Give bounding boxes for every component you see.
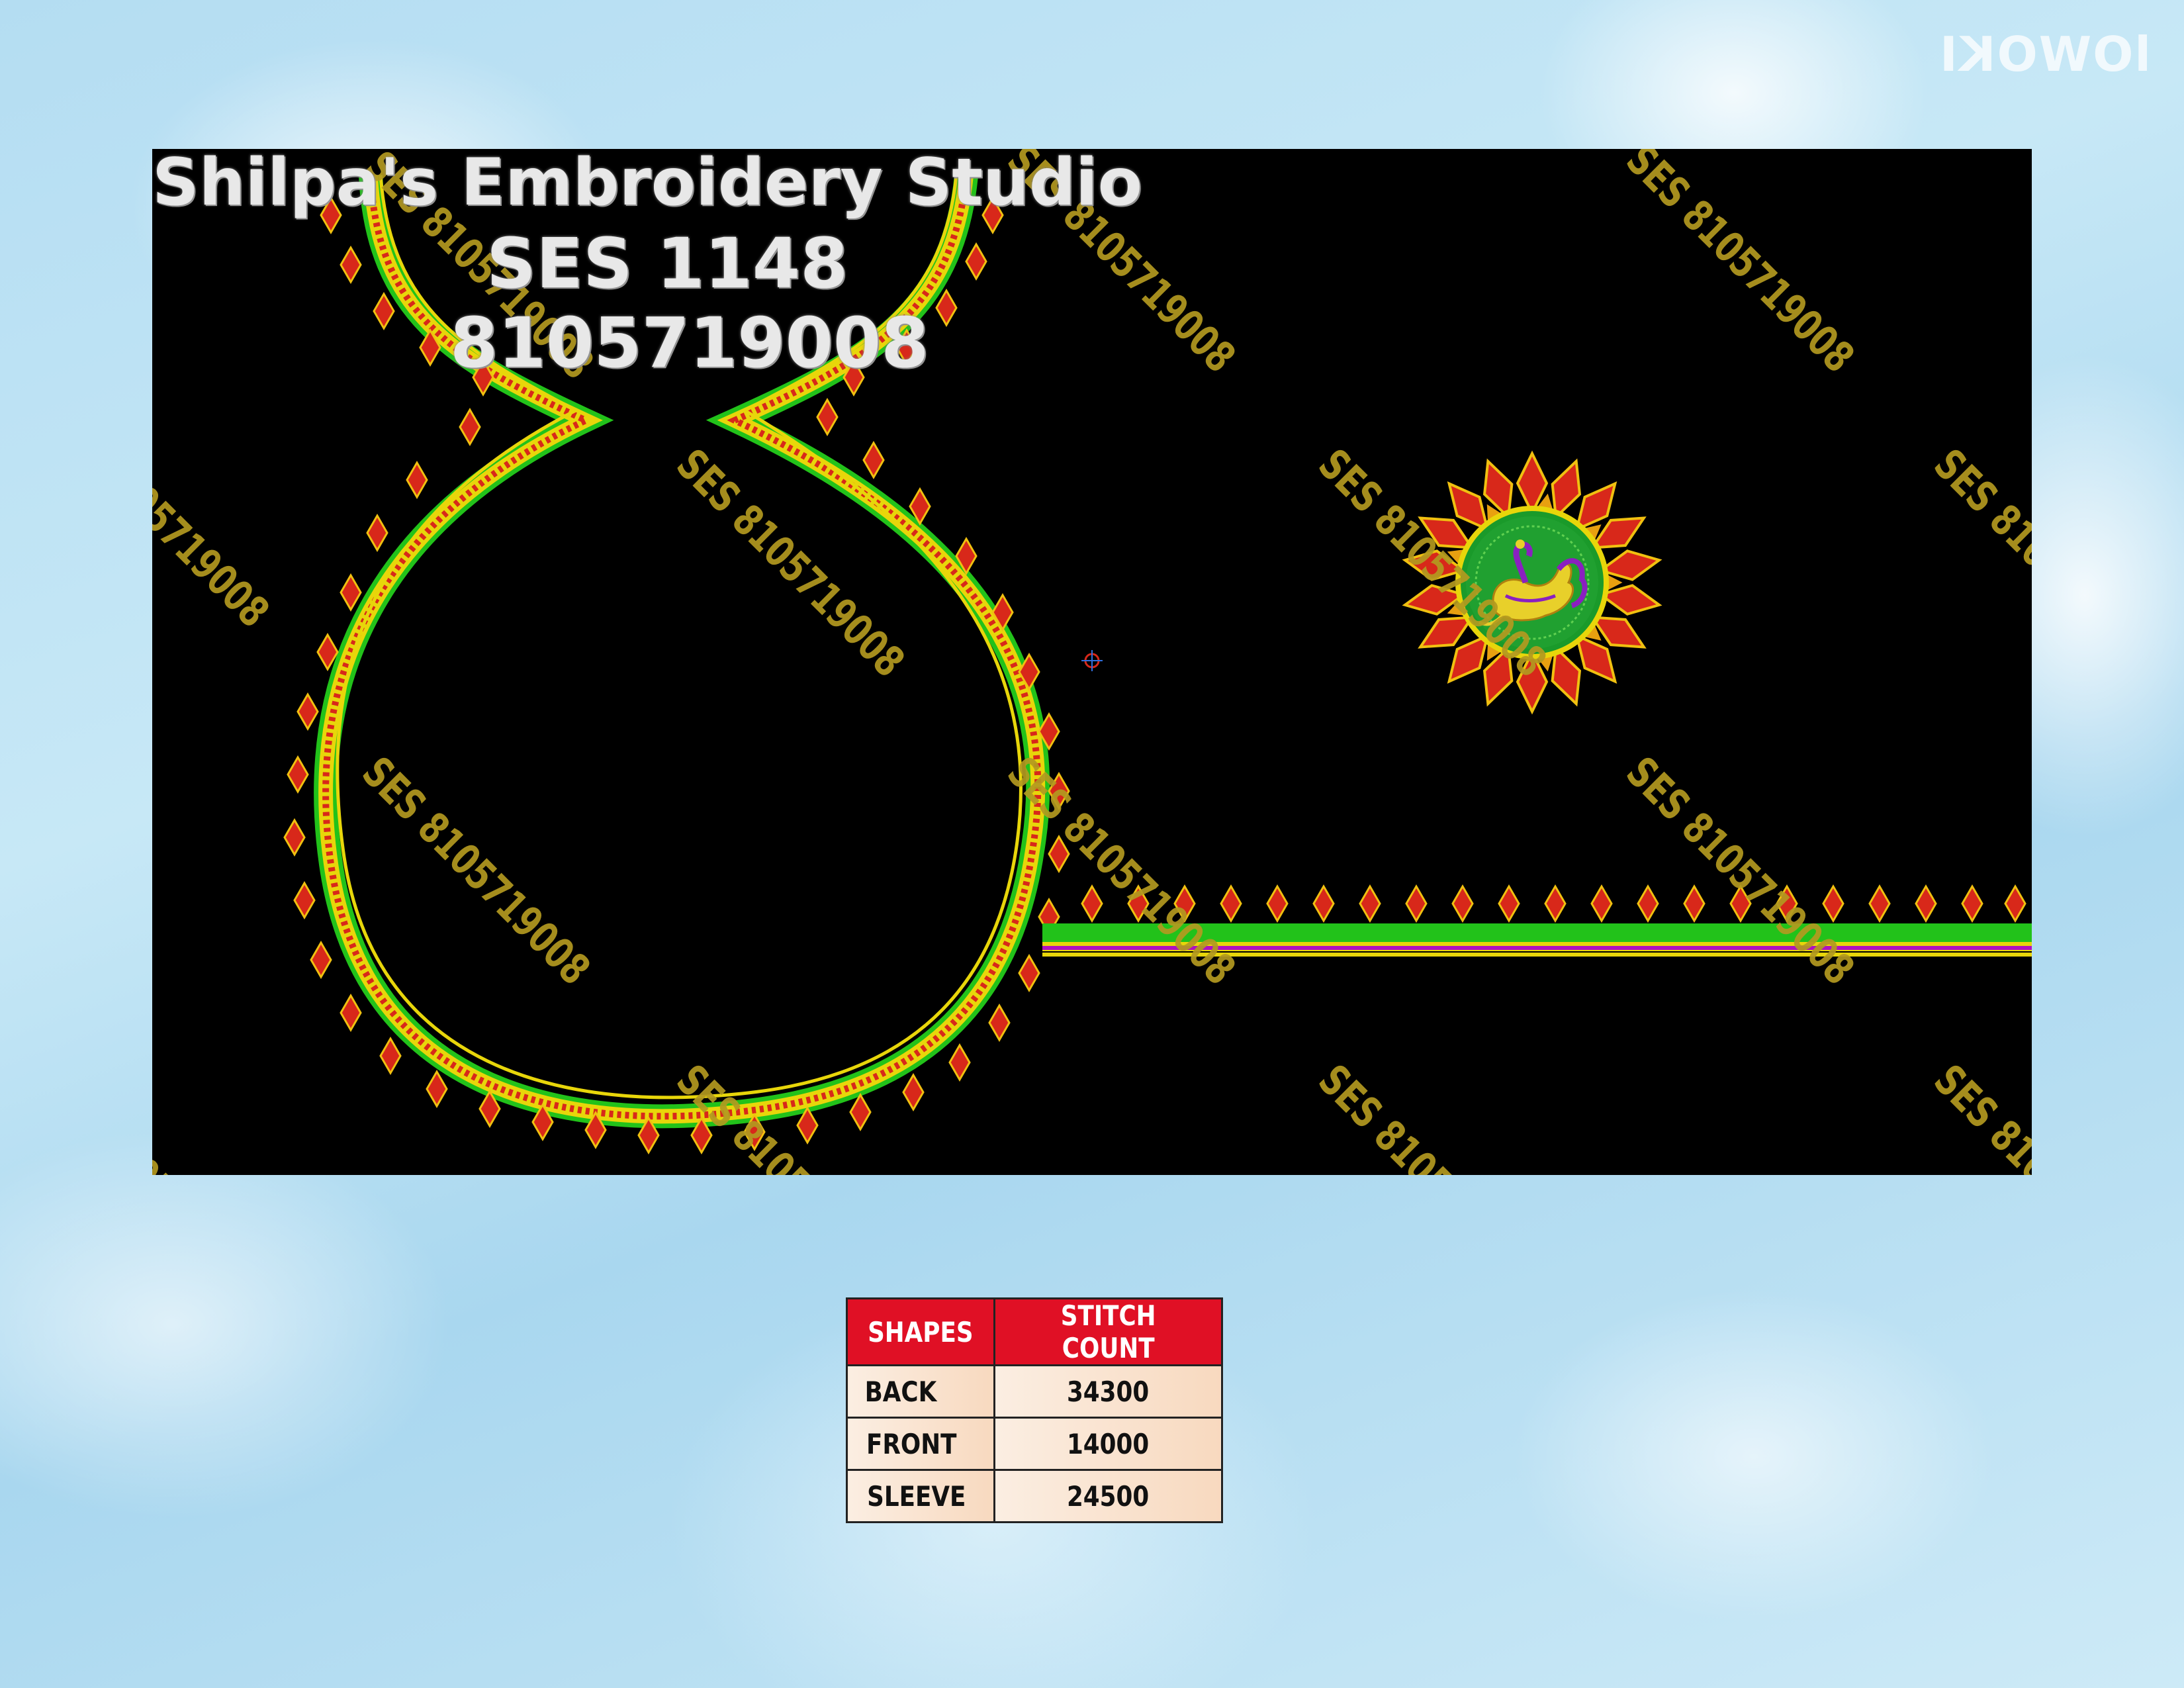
- shape-name: FRONT: [846, 1417, 995, 1471]
- shape-name: BACK: [846, 1364, 995, 1419]
- column-header-stitch-count: STITCH COUNT: [993, 1297, 1224, 1366]
- corner-logo: lOWOKI: [1938, 26, 2151, 82]
- table-row: SLEEVE 24500: [846, 1469, 1224, 1523]
- table-row: BACK 34300: [846, 1364, 1224, 1419]
- stitch-count: 24500: [993, 1469, 1224, 1523]
- column-header-shapes: SHAPES: [846, 1297, 995, 1366]
- shape-name: SLEEVE: [846, 1469, 995, 1523]
- stitch-count: 34300: [993, 1364, 1224, 1419]
- design-code: SES 1148: [486, 223, 848, 304]
- table-header-row: SHAPES STITCH COUNT: [846, 1297, 1224, 1366]
- table-row: FRONT 14000: [846, 1417, 1224, 1471]
- center-crosshair-icon: [1081, 650, 1103, 671]
- embroidery-design-preview: SES 8105719008 SES 8105719008 SES 810571…: [152, 149, 2032, 1175]
- phone-number: 8105719008: [450, 303, 929, 383]
- stitch-count-table: SHAPES STITCH COUNT BACK 34300 FRONT 140…: [846, 1297, 1224, 1523]
- studio-name: Shilpa's Embroidery Studio: [152, 149, 1142, 220]
- stitch-count: 14000: [993, 1417, 1224, 1471]
